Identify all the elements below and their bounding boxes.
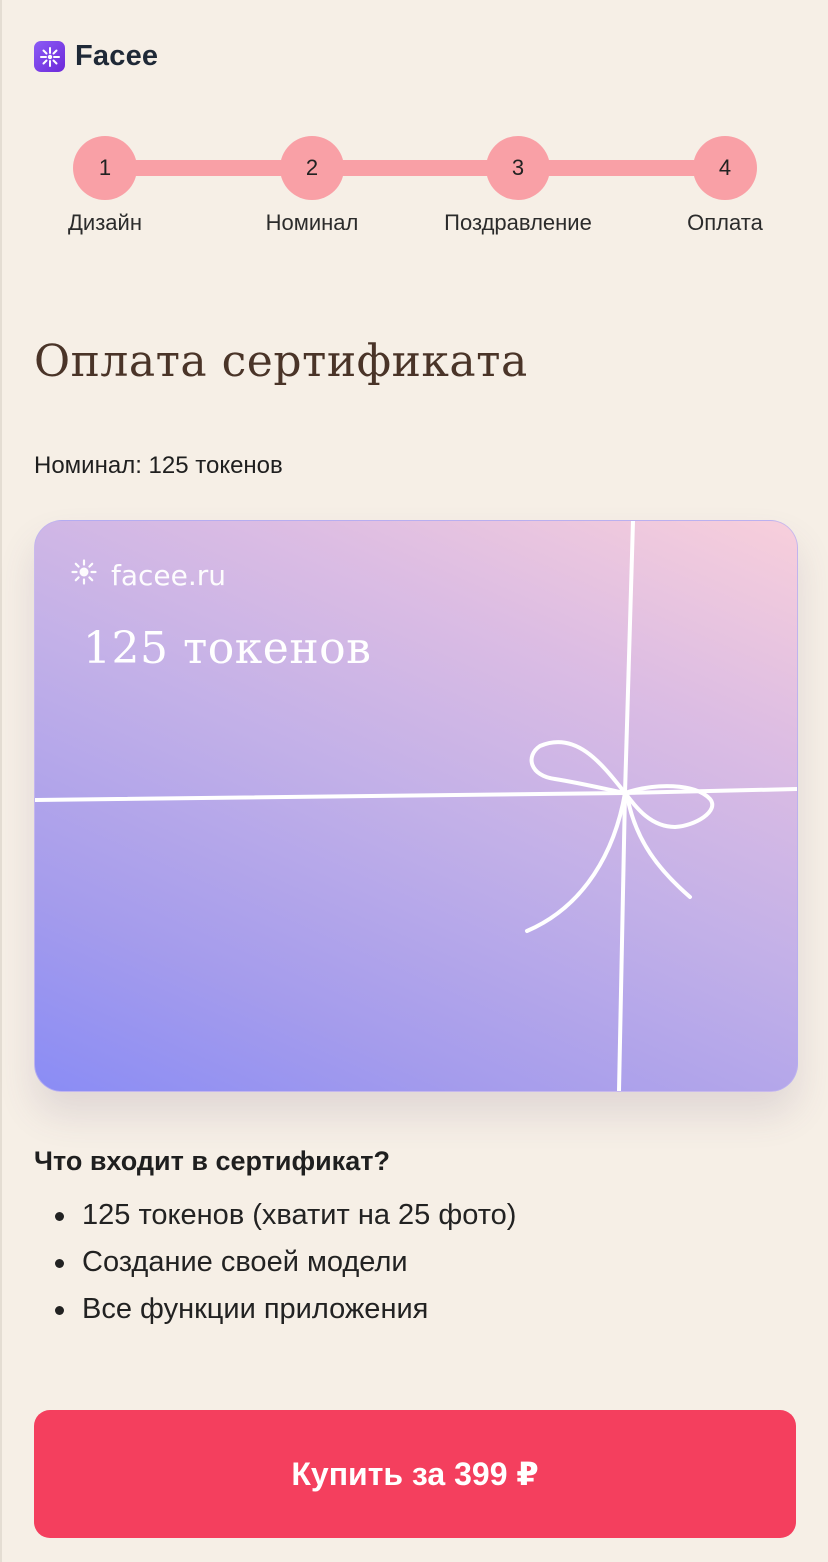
step-design[interactable]: 1 Дизайн — [5, 136, 205, 236]
list-item-text: Все функции приложения — [82, 1293, 429, 1325]
includes-title: Что входит в сертификат? — [34, 1146, 390, 1176]
app-header: Facee — [34, 40, 158, 73]
card-brand-text: facee.ru — [111, 559, 227, 592]
step-number: 4 — [693, 136, 757, 200]
gift-card-preview: facee.ru 125 токенов — [34, 520, 798, 1092]
step-greeting[interactable]: 3 Поздравление — [418, 136, 618, 236]
list-item-text: 125 токенов (хватит на 25 фото) — [82, 1199, 517, 1231]
ribbon-bow-graphic — [35, 521, 797, 1091]
nominal-value: 125 токенов — [148, 452, 283, 479]
list-item: Создание своей модели — [34, 1239, 516, 1286]
list-item: Все функции приложения — [34, 1286, 516, 1333]
bullet-icon — [55, 1212, 64, 1221]
step-nominal[interactable]: 2 Номинал — [212, 136, 412, 236]
buy-button[interactable]: Купить за 399 ₽ — [34, 1410, 796, 1538]
step-payment[interactable]: 4 Оплата — [625, 136, 825, 236]
step-number: 3 — [486, 136, 550, 200]
nominal-label: Номинал: — [34, 452, 142, 479]
step-label: Номинал — [265, 210, 359, 235]
list-item: 125 токенов (хватит на 25 фото) — [34, 1192, 516, 1239]
bullet-icon — [55, 1259, 64, 1268]
page-title: Оплата сертификата — [34, 336, 528, 387]
brand-name: Facee — [75, 40, 159, 72]
card-amount: 125 токенов — [83, 623, 372, 674]
step-number: 1 — [73, 136, 137, 200]
progress-stepper: 1 Дизайн 2 Номинал 3 Поздравление 4 Опла… — [0, 136, 828, 246]
bullet-icon — [55, 1306, 64, 1315]
sun-icon — [71, 559, 97, 592]
step-number: 2 — [280, 136, 344, 200]
step-label: Поздравление — [444, 210, 592, 235]
card-brand: facee.ru — [71, 559, 226, 592]
includes-list: 125 токенов (хватит на 25 фото) Создание… — [34, 1192, 516, 1333]
nominal-info: Номинал: 125 токенов — [34, 452, 283, 480]
sparkle-icon — [34, 41, 65, 72]
list-item-text: Создание своей модели — [82, 1246, 408, 1278]
step-label: Оплата — [687, 210, 763, 235]
step-label: Дизайн — [68, 210, 142, 235]
